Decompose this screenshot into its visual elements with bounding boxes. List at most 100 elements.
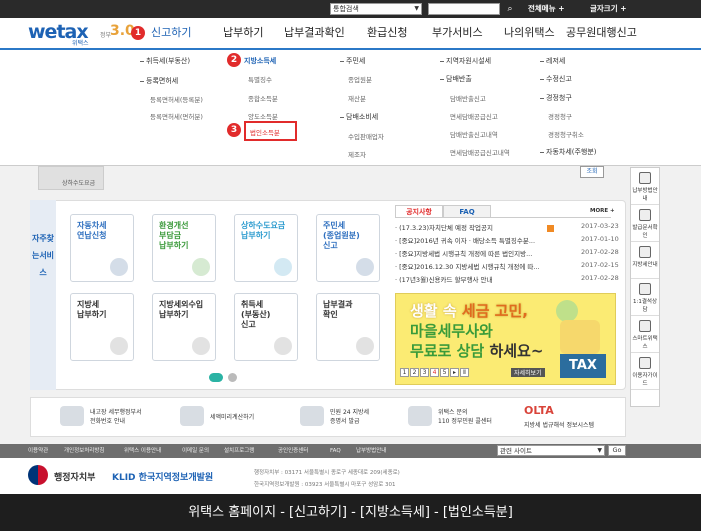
submenu-acquisition-tax[interactable]: 취득세(부동산)	[140, 56, 190, 66]
footer-link[interactable]: 설치프로그램	[224, 444, 254, 458]
recycle-icon	[192, 258, 210, 276]
nav-file-return[interactable]: 신고하기	[151, 18, 191, 48]
quick-link-olta[interactable]: 지방세 법규해석 정보시스템	[524, 421, 594, 430]
submenu-item[interactable]: 면세담배공급신고내역	[450, 147, 510, 157]
page-3[interactable]: 3	[420, 368, 429, 377]
footer-link[interactable]: 위택스 이용안내	[124, 444, 161, 458]
submenu-vehicle-tax-driving[interactable]: 자동차세(주행분)	[540, 147, 597, 157]
all-menu-button[interactable]: 전체메뉴 +	[528, 0, 565, 18]
font-size-button[interactable]: 글자크기 +	[590, 0, 627, 18]
submenu-item[interactable]: 등록면허세(면허분)	[150, 111, 203, 121]
service-card-acquisition-tax[interactable]: 취득세 (부동산) 신고	[234, 293, 298, 361]
sidebar-local-tax-guide[interactable]: 지방세안내	[631, 246, 659, 279]
step-marker-2: 2	[227, 53, 241, 67]
search-icon[interactable]: ⌕	[503, 3, 517, 15]
sidebar-one-on-one[interactable]: 1:1결석상담	[631, 283, 659, 316]
page-5[interactable]: 5	[440, 368, 449, 377]
notice-row[interactable]: · (17.3.23)자치단체 예정 작업공지	[395, 222, 493, 234]
nav-official-filing[interactable]: 공무원대행신고	[566, 18, 637, 48]
submenu-item[interactable]: 제조자	[348, 149, 366, 159]
service-card-local-tax-pay[interactable]: 지방세 납부하기	[70, 293, 134, 361]
submenu-item[interactable]: 특별징수	[248, 74, 272, 84]
phone-icon	[639, 320, 651, 332]
nav-refund[interactable]: 환급신청	[367, 18, 407, 48]
notice-row[interactable]: · [중요]지방세법 시행규칙 개정에 따른 법인지방...	[395, 248, 532, 260]
nav-extra-services[interactable]: 부가서비스	[432, 18, 483, 48]
search-input[interactable]	[428, 3, 500, 15]
tax-consult-banner[interactable]: 생활 속 세금 고민, 마을세무사와 무료로 상담 하세요~ TAX 1 2 3…	[395, 293, 616, 385]
quick-link-tax-calculator[interactable]: 세액미리계산하기	[210, 413, 254, 422]
submenu-registration-tax[interactable]: 등록면허세	[140, 76, 178, 86]
submenu-item[interactable]: 수입판매업자	[348, 131, 384, 141]
sidebar-smart-wetax[interactable]: 스마트위택스	[631, 320, 659, 353]
service-card-water-bill[interactable]: 상하수도요금 납부하기	[234, 214, 298, 282]
submenu-item[interactable]: 면세담배공급신고	[450, 111, 498, 121]
submenu-resident-tax[interactable]: 주민세	[340, 56, 365, 66]
footer-link[interactable]: 이메일 문의	[182, 444, 209, 458]
service-card-vehicle-annual[interactable]: 자동차세 연납신청	[70, 214, 134, 282]
sidebar-user-guide[interactable]: 이용자가이드	[631, 357, 659, 390]
quick-link-call-center[interactable]: 위택스 문의 110 정부민원 콜센터	[438, 408, 492, 426]
service-card-resident-tax[interactable]: 주민세 (종업원분) 신고	[316, 214, 380, 282]
carousel-dot-active[interactable]	[209, 373, 223, 382]
footer-link[interactable]: 이용약관	[28, 444, 48, 458]
nav-pay[interactable]: 납부하기	[223, 18, 263, 48]
service-card-environment-charge[interactable]: 환경개선 부담금 납부하기	[152, 214, 216, 282]
submenu-item[interactable]: 담배반출신고	[450, 93, 486, 103]
next-icon[interactable]: ▸	[450, 368, 459, 377]
notice-row[interactable]: · [중요]2016.12.30 지방세법 시행규칙 개정에 따...	[395, 261, 540, 273]
gavel-icon	[110, 337, 128, 355]
banner-detail-button[interactable]: 자세히보기	[511, 368, 545, 377]
submenu-item[interactable]: 종합소득분	[248, 93, 278, 103]
submenu-item[interactable]: 담배반출신고내역	[450, 129, 498, 139]
submenu-leisure-tax[interactable]: 레저세	[540, 56, 565, 66]
pause-icon[interactable]: Ⅱ	[460, 368, 469, 377]
page-2[interactable]: 2	[410, 368, 419, 377]
quick-link-tax-office[interactable]: 내고장 세무행정부서 전화번호 안내	[90, 408, 142, 426]
related-sites-select[interactable]: 관련 사이트	[497, 445, 605, 456]
submenu-item[interactable]: 종업원분	[348, 74, 372, 84]
page-1[interactable]: 1	[400, 368, 409, 377]
org-address-2: 한국지역정보개발원 : 03923 서울특별시 마포구 성암로 301	[254, 482, 396, 488]
notice-panel: 공지사항 FAQ MORE + · (17.3.23)자치단체 예정 작업공지 …	[395, 203, 623, 287]
footer-link[interactable]: 개인정보처리방침	[64, 444, 104, 458]
sidebar-payment-method[interactable]: 납부방법안내	[631, 172, 659, 205]
submenu-tobacco-release[interactable]: 담배반출	[440, 74, 472, 84]
carousel-dot[interactable]	[228, 373, 237, 382]
footer-link[interactable]: 납부방법안내	[356, 444, 386, 458]
nav-payment-result[interactable]: 납부결과확인	[284, 18, 345, 48]
notice-more-link[interactable]: MORE +	[590, 208, 615, 214]
footer-link[interactable]: FAQ	[330, 444, 341, 458]
document-icon	[639, 209, 651, 221]
related-sites-label: 관련 사이트	[500, 447, 532, 455]
footer-link[interactable]: 공인인증센터	[278, 444, 308, 458]
submenu-item[interactable]: 경정청구	[548, 111, 572, 121]
quick-link-minwon24[interactable]: 민원 24 지방세 증명서 발급	[330, 408, 369, 426]
submenu-tobacco-tax[interactable]: 담배소비세	[340, 112, 378, 122]
nav-my-wetax[interactable]: 나의위택스	[504, 18, 555, 48]
notice-row[interactable]: · [중요]2016년 귀속 이자 · 배당소득 특별징수분...	[395, 235, 535, 247]
calculator-icon	[180, 406, 204, 426]
house-icon	[274, 337, 292, 355]
footer-org	[0, 458, 701, 494]
submenu-local-income-tax[interactable]: 지방소득세	[244, 56, 276, 66]
service-card-non-tax-revenue[interactable]: 지방세외수입 납부하기	[152, 293, 216, 361]
submenu-item[interactable]: 양도소득분	[248, 111, 278, 121]
notice-row[interactable]: · (17년3월)신용카드 할부행사 안내	[395, 274, 493, 286]
chat-icon	[639, 283, 651, 295]
submenu-item[interactable]: 등록면허세(등록분)	[150, 94, 203, 104]
related-go-button[interactable]: Go	[608, 445, 626, 456]
submenu-correction-claim[interactable]: 경정청구	[540, 93, 572, 103]
notice-date: 2017-02-28	[581, 274, 619, 282]
top-utility-bar: 통합검색 ⌕ 전체메뉴 + 글자크기 +	[0, 0, 701, 18]
search-scope-select[interactable]: 통합검색	[330, 3, 422, 15]
page-4[interactable]: 4	[430, 368, 439, 377]
submenu-amended-return[interactable]: 수정신고	[540, 74, 572, 84]
submenu-regional-resource-tax[interactable]: 지역자원시설세	[440, 56, 491, 66]
sidebar-document-verify[interactable]: 발급문서확인	[631, 209, 659, 242]
faucet-icon	[274, 258, 292, 276]
service-card-payment-result[interactable]: 납부결과 확인	[316, 293, 380, 361]
submenu-item[interactable]: 재산분	[348, 93, 366, 103]
submenu-item[interactable]: 경정청구취소	[548, 129, 584, 139]
lookup-button[interactable]: 조회	[580, 166, 604, 178]
